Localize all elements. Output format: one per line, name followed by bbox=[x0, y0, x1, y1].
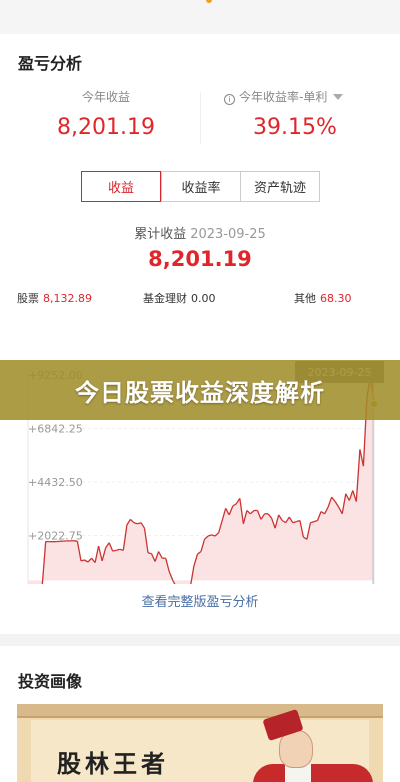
year-profit-value: 8,201.19 bbox=[57, 115, 155, 140]
chart-tabs: 收益 收益率 资产轨迹 bbox=[81, 171, 320, 202]
tab-asset-trajectory[interactable]: 资产轨迹 bbox=[240, 172, 319, 201]
headline-banner-text: 今日股票收益深度解析 bbox=[75, 378, 325, 407]
cumulative-profit-value: 8,201.19 bbox=[148, 247, 252, 271]
year-profit-label: 今年收益 bbox=[82, 90, 131, 104]
breakdown-other: 其他 68.30 bbox=[294, 290, 352, 306]
summary-divider bbox=[200, 92, 201, 144]
breakdown-stocks: 股票 8,132.89 bbox=[17, 290, 92, 306]
profit-line-segment bbox=[73, 540, 78, 542]
tab-return-rate[interactable]: 收益率 bbox=[161, 172, 240, 201]
breakdown-stocks-value: 8,132.89 bbox=[43, 292, 92, 305]
investment-profile-card: 投资画像 股林王者 bbox=[0, 646, 400, 782]
scroll-rod bbox=[17, 704, 383, 718]
breakdown-funds-label: 基金理财 bbox=[143, 292, 187, 305]
full-analysis-link[interactable]: 查看完整版盈亏分析 bbox=[0, 591, 400, 610]
cumulative-profit-label: 累计收益 bbox=[134, 227, 187, 242]
info-icon[interactable]: i bbox=[224, 94, 235, 105]
return-rate-value: 39.15% bbox=[253, 115, 337, 140]
top-indicator-dot bbox=[206, 0, 212, 3]
figure-robe bbox=[253, 764, 373, 782]
tab-profit[interactable]: 收益 bbox=[81, 171, 161, 202]
return-rate-selector[interactable]: i 今年收益率-单利 bbox=[224, 88, 344, 105]
y-tick-label: +4432.50 bbox=[28, 476, 83, 489]
pl-analysis-card: 盈亏分析 今年收益 8,201.19 i 今年收益率-单利 39.15% 收益 收… bbox=[0, 34, 400, 634]
breakdown-funds: 基金理财 0.00 bbox=[143, 290, 216, 306]
breakdown-stocks-label: 股票 bbox=[17, 292, 39, 305]
return-rate-label: 今年收益率-单利 bbox=[239, 90, 328, 104]
cumulative-profit-header: 累计收益 2023-09-25 bbox=[0, 223, 400, 242]
top-strip bbox=[0, 0, 400, 34]
profit-line-segment bbox=[80, 559, 85, 562]
chevron-down-icon bbox=[333, 94, 344, 100]
headline-banner: 今日股票收益深度解析 bbox=[0, 360, 400, 420]
section-title: 盈亏分析 bbox=[18, 54, 83, 73]
profit-line-segment bbox=[112, 549, 117, 552]
breakdown-funds-value: 0.00 bbox=[191, 292, 216, 305]
profile-section-title: 投资画像 bbox=[18, 672, 83, 691]
y-tick-label: +6842.25 bbox=[28, 423, 83, 436]
cumulative-profit-date: 2023-09-25 bbox=[190, 227, 266, 242]
profile-scroll-image[interactable]: 股林王者 bbox=[17, 704, 383, 782]
breakdown-other-label: 其他 bbox=[294, 292, 316, 305]
breakdown-other-value: 68.30 bbox=[320, 292, 352, 305]
profile-badge-text: 股林王者 bbox=[57, 749, 169, 778]
